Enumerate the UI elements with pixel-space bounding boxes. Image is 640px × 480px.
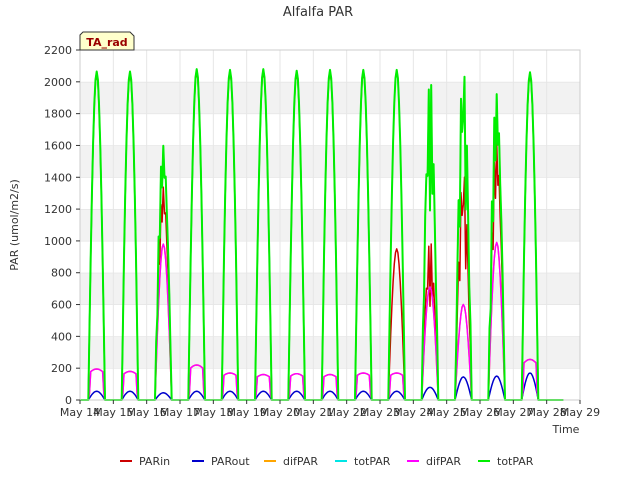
y-tick-label: 800 [51, 267, 72, 280]
grid-band [80, 304, 580, 337]
grid-bands [79, 49, 581, 400]
x-axis: May 14May 15May 16May 17May 18May 19May … [60, 400, 600, 419]
y-tick-label: 600 [51, 299, 72, 312]
y-tick-label: 2000 [44, 76, 72, 89]
annotation-label: TA_rad [86, 36, 127, 49]
y-axis-label: PAR (umol/m2/s) [8, 179, 21, 271]
legend-label: PARin [139, 455, 170, 468]
grid-band [80, 145, 580, 178]
grid-band [80, 113, 580, 146]
x-axis-label: Time [552, 423, 580, 436]
grid-band [80, 240, 580, 273]
y-tick-label: 400 [51, 330, 72, 343]
y-tick-label: 200 [51, 362, 72, 375]
legend-label: totPAR [497, 455, 534, 468]
grid-band [80, 272, 580, 305]
chart-title: Alfalfa PAR [283, 5, 353, 20]
grid-band [80, 177, 580, 210]
y-axis: 0200400600800100012001400160018002000220… [44, 44, 80, 407]
legend-label: difPAR [283, 455, 318, 468]
grid-band [80, 81, 580, 114]
y-tick-label: 2200 [44, 44, 72, 57]
grid-band [80, 209, 580, 241]
legend-label: totPAR [354, 455, 391, 468]
x-tick-label: May 29 [560, 406, 600, 419]
y-tick-label: 1200 [44, 203, 72, 216]
annotation-box: TA_rad [79, 31, 135, 51]
legend-label: PARout [211, 455, 250, 468]
y-tick-label: 1800 [44, 108, 72, 121]
legend-label: difPAR [426, 455, 461, 468]
legend: PARin PARout difPAR totPAR difPAR totPAR [120, 455, 534, 468]
y-tick-label: 1600 [44, 139, 72, 152]
y-tick-label: 1400 [44, 171, 72, 184]
y-tick-label: 1000 [44, 235, 72, 248]
par-chart: 0200400600800100012001400160018002000220… [8, 5, 600, 468]
